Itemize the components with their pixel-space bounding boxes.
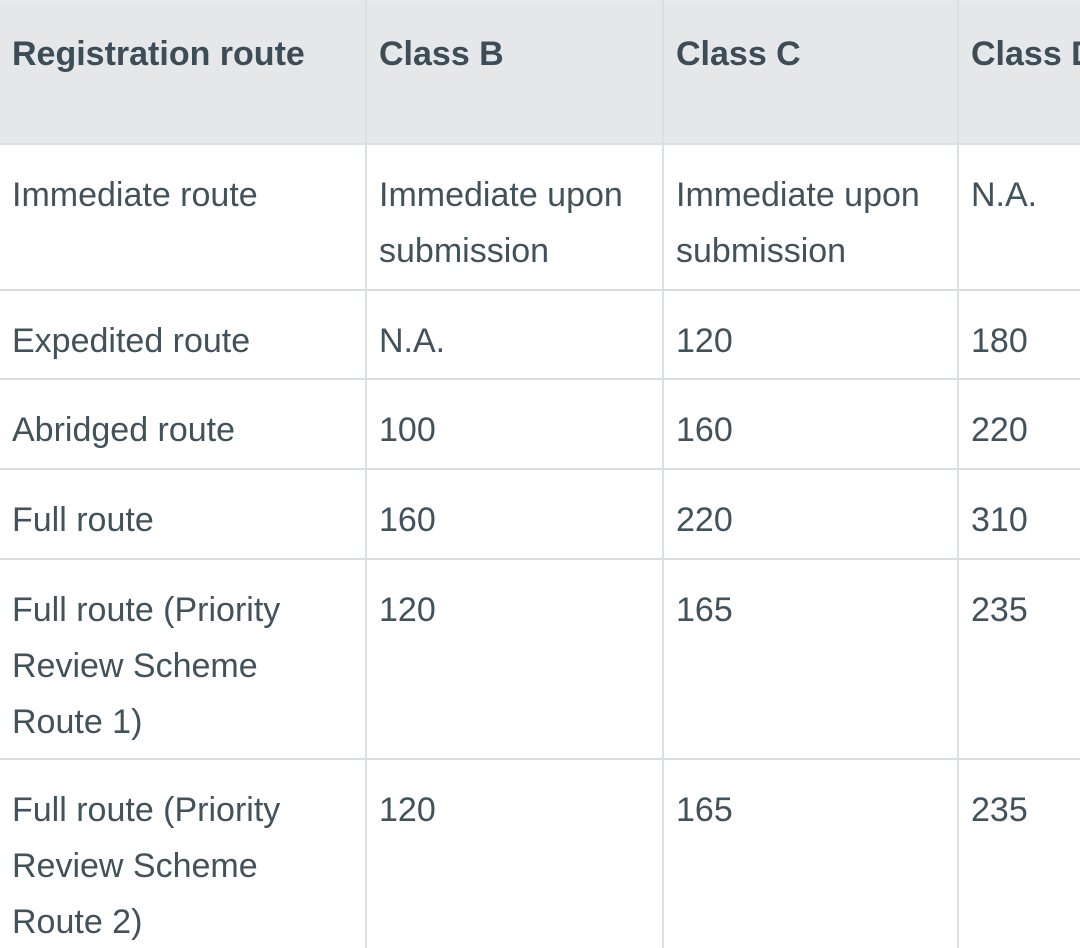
cell-registration-route: Full route (Priority Review Scheme Route… — [0, 559, 367, 760]
cell-class-c: Immediate upon submission — [663, 144, 959, 291]
cell-class-c: 165 — [663, 559, 959, 760]
table-row: Full route 160 220 310 — [0, 469, 1080, 560]
cell-class-d: 235 — [958, 759, 1080, 948]
cell-registration-route: Abridged route — [0, 379, 367, 470]
column-header-class-c[interactable]: Class C — [663, 0, 959, 145]
table-header-row: Registration route Class B Class C Class… — [0, 0, 1080, 145]
cell-class-b: N.A. — [366, 290, 664, 380]
table-body: Immediate route Immediate upon submissio… — [0, 144, 1080, 948]
table-row: Expedited route N.A. 120 180 — [0, 290, 1080, 380]
cell-registration-route: Full route (Priority Review Scheme Route… — [0, 759, 367, 948]
cell-class-c: 160 — [663, 379, 959, 470]
cell-class-d: 235 — [958, 559, 1080, 760]
cell-class-d: N.A. — [958, 144, 1080, 291]
cell-class-b: 120 — [366, 759, 664, 948]
table-row: Full route (Priority Review Scheme Route… — [0, 759, 1080, 948]
column-header-class-b[interactable]: Class B — [366, 0, 664, 145]
table-row: Abridged route 100 160 220 — [0, 379, 1080, 470]
cell-class-c: 220 — [663, 469, 959, 560]
cell-class-c: 165 — [663, 759, 959, 948]
table-viewport: Registration route Class B Class C Class… — [0, 0, 1080, 948]
cell-registration-route: Immediate route — [0, 144, 367, 291]
cell-class-d: 310 — [958, 469, 1080, 560]
cell-class-b: 160 — [366, 469, 664, 560]
cell-class-c: 120 — [663, 290, 959, 380]
cell-class-b: 120 — [366, 559, 664, 760]
table-row: Full route (Priority Review Scheme Route… — [0, 559, 1080, 760]
cell-registration-route: Full route — [0, 469, 367, 560]
column-header-class-d[interactable]: Class D — [958, 0, 1080, 145]
column-header-registration-route[interactable]: Registration route — [0, 0, 367, 145]
cell-class-b: Immediate upon submission — [366, 144, 664, 291]
cell-class-b: 100 — [366, 379, 664, 470]
cell-class-d: 220 — [958, 379, 1080, 470]
cell-class-d: 180 — [958, 290, 1080, 380]
table-header: Registration route Class B Class C Class… — [0, 0, 1080, 145]
registration-route-fee-table: Registration route Class B Class C Class… — [0, 0, 1080, 948]
cell-registration-route: Expedited route — [0, 290, 367, 380]
table-row: Immediate route Immediate upon submissio… — [0, 144, 1080, 291]
